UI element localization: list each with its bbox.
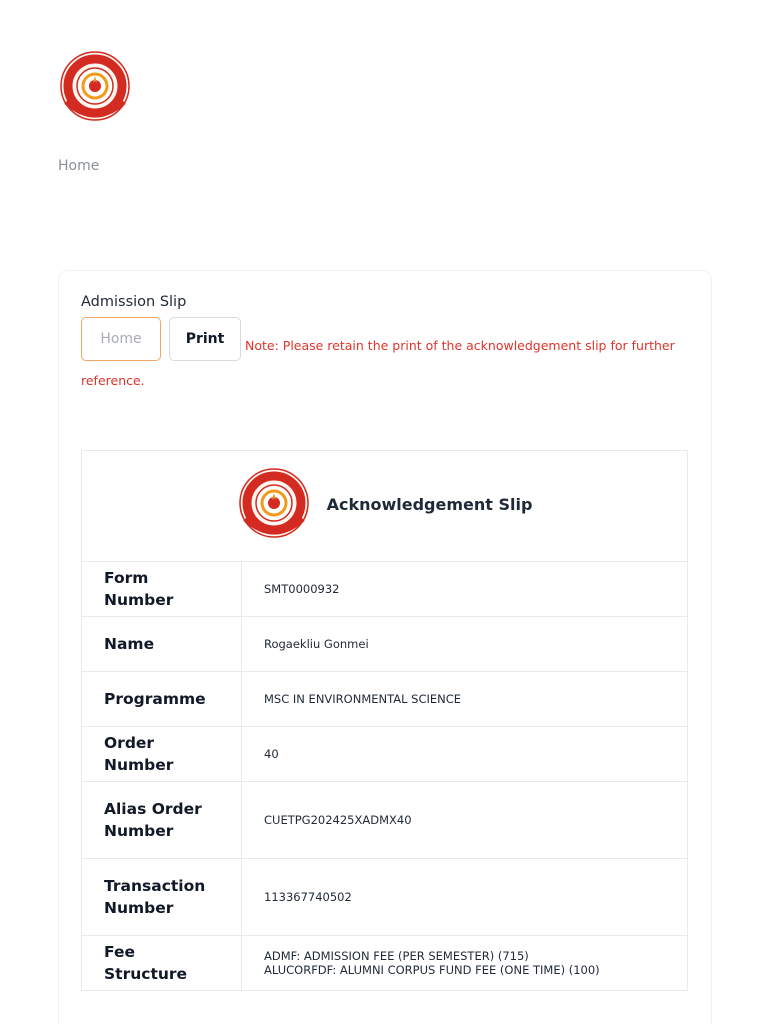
print-button[interactable]: Print <box>169 317 241 361</box>
slip-header-cell: Acknowledgement Slip <box>81 450 688 562</box>
breadcrumb-home-link[interactable]: Home <box>58 158 99 174</box>
row-label: Form Number <box>81 561 242 617</box>
row-label: Fee Structure <box>81 935 242 991</box>
card-title: Admission Slip <box>81 294 187 310</box>
fee-line: ALUCORFDF: ALUMNI CORPUS FUND FEE (ONE T… <box>264 963 600 977</box>
slip-title: Acknowledgement Slip <box>326 494 533 514</box>
table-row: Order Number 40 <box>81 726 688 782</box>
row-label: Name <box>81 616 242 672</box>
row-value: SMT0000932 <box>241 561 688 617</box>
row-value: Rogaekliu Gonmei <box>241 616 688 672</box>
table-row: Form Number SMT0000932 <box>81 561 688 617</box>
row-value: 113367740502 <box>241 858 688 936</box>
row-label: Programme <box>81 671 242 727</box>
university-seal-icon <box>238 468 309 538</box>
row-label: Transaction Number <box>81 858 242 936</box>
row-value: CUETPG202425XADMX40 <box>241 781 688 859</box>
row-value: MSC IN ENVIRONMENTAL SCIENCE <box>241 671 688 727</box>
page: Home Admission Slip Note: Please retain … <box>0 0 768 1024</box>
row-label: Order Number <box>81 726 242 782</box>
slip-header-row: Acknowledgement Slip <box>81 450 688 562</box>
table-row: Transaction Number 113367740502 <box>81 858 688 936</box>
slip-header: Acknowledgement Slip <box>237 466 533 542</box>
university-seal-icon <box>60 51 130 121</box>
acknowledgement-slip-table: Acknowledgement Slip Form Number SMT0000… <box>81 450 688 991</box>
table-row: Name Rogaekliu Gonmei <box>81 616 688 672</box>
admission-slip-card: Admission Slip Note: Please retain the p… <box>58 270 712 1024</box>
table-row: Programme MSC IN ENVIRONMENTAL SCIENCE <box>81 671 688 727</box>
fee-line: ADMF: ADMISSION FEE (PER SEMESTER) (715) <box>264 949 529 963</box>
university-logo[interactable] <box>58 50 134 124</box>
row-value: 40 <box>241 726 688 782</box>
fee-structure-value: ADMF: ADMISSION FEE (PER SEMESTER) (715)… <box>241 935 688 991</box>
row-label: Alias Order Number <box>81 781 242 859</box>
table-row: Fee Structure ADMF: ADMISSION FEE (PER S… <box>81 935 688 991</box>
table-row: Alias Order Number CUETPG202425XADMX40 <box>81 781 688 859</box>
home-button[interactable]: Home <box>81 317 161 361</box>
